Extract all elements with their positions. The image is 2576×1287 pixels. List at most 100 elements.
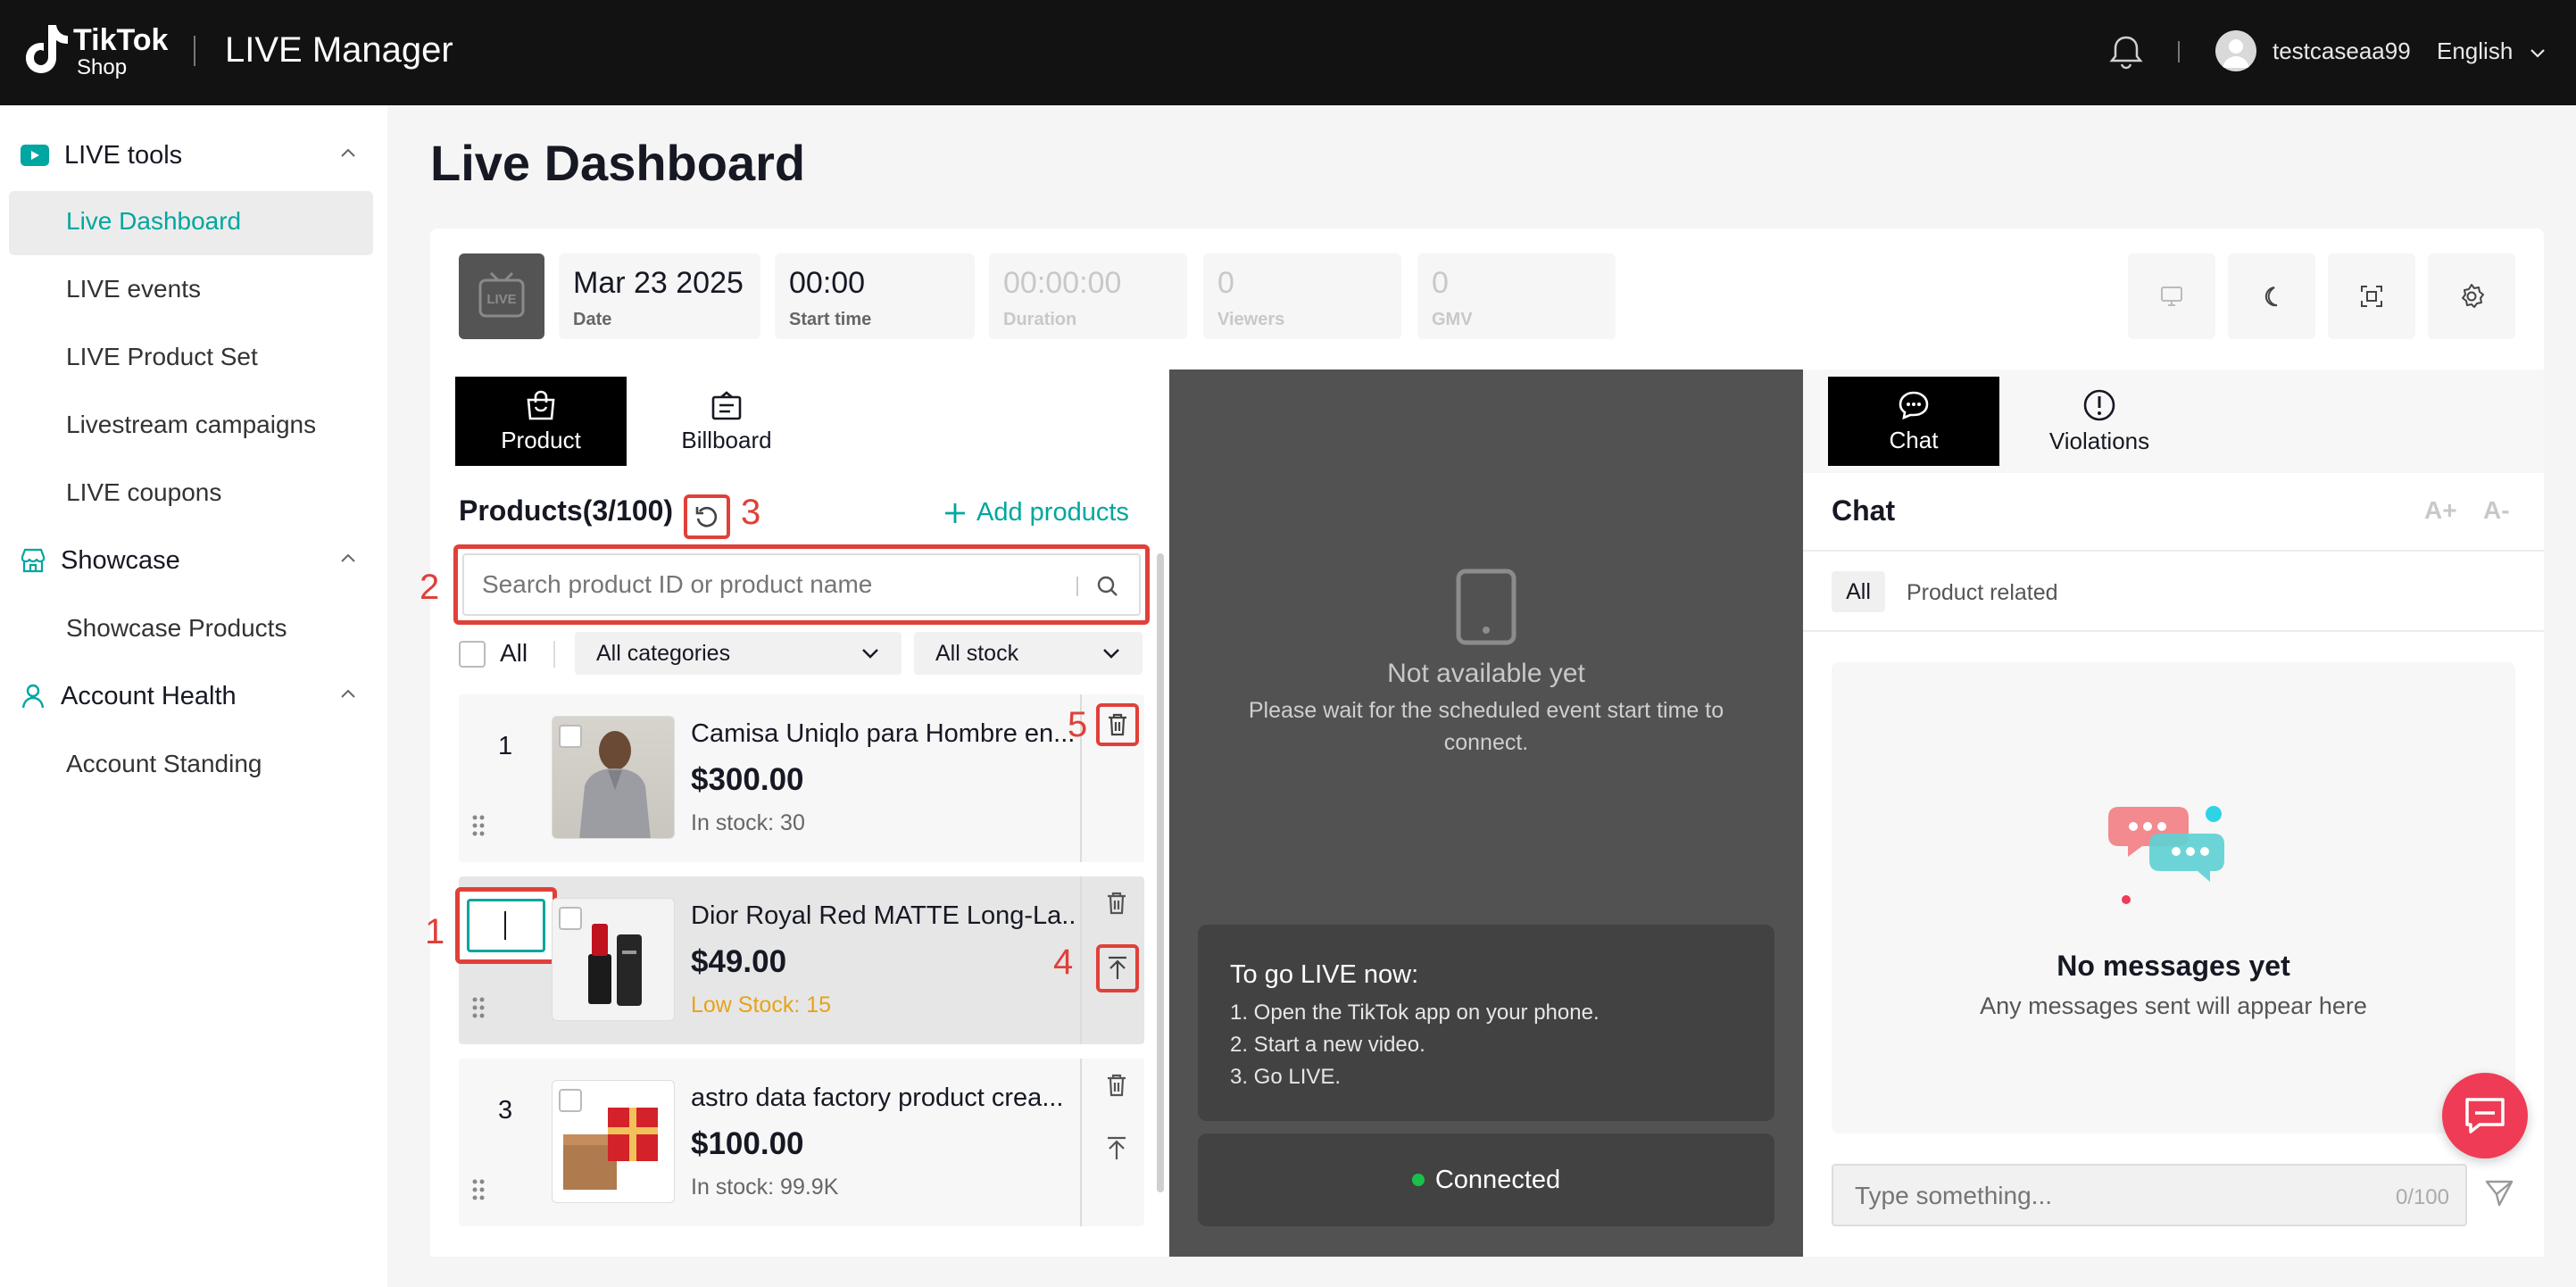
sidebar-item-account-standing[interactable]: Account Standing	[66, 750, 262, 778]
tab-billboard[interactable]: Billboard	[641, 377, 812, 466]
sidebar-item-livestream-campaigns[interactable]: Livestream campaigns	[66, 411, 316, 439]
settings-button[interactable]	[2428, 253, 2515, 339]
chat-input[interactable]	[1853, 1178, 2353, 1214]
sidebar-section-live-tools[interactable]: LIVE tools	[20, 137, 359, 173]
product-card[interactable]: 3 astro data factory product crea... $10…	[459, 1059, 1144, 1226]
support-chat-button[interactable]	[2442, 1073, 2528, 1158]
stat-gmv: 0 GMV	[1417, 253, 1616, 339]
chat-divider	[1803, 550, 2544, 552]
avatar[interactable]	[2215, 30, 2256, 71]
position-input[interactable]	[467, 899, 545, 952]
stat-viewers: 0 Viewers	[1203, 253, 1401, 339]
sidebar-item-showcase-products[interactable]: Showcase Products	[66, 614, 287, 643]
bell-icon[interactable]	[2107, 32, 2146, 71]
stat-duration-value: 00:00:00	[1003, 266, 1122, 300]
go-live-title: To go LIVE now:	[1230, 960, 1419, 989]
category-select[interactable]: All categories	[575, 632, 902, 675]
dark-mode-button[interactable]	[2228, 253, 2315, 339]
add-products-button[interactable]: Add products	[943, 498, 1129, 527]
stat-duration: 00:00:00 Duration	[989, 253, 1187, 339]
go-live-step: 1. Open the TikTok app on your phone.	[1230, 1001, 1600, 1025]
connection-status: Connected	[1198, 1133, 1774, 1226]
sidebar-section-label: LIVE tools	[64, 140, 183, 170]
stat-gmv-label: GMV	[1432, 310, 1473, 329]
pin-to-top-icon[interactable]	[1105, 1135, 1128, 1162]
fullscreen-button[interactable]	[2328, 253, 2415, 339]
stat-duration-label: Duration	[1003, 310, 1077, 329]
drag-handle-icon[interactable]	[471, 996, 486, 1019]
logo-tiktok-text: TikTok	[73, 23, 169, 57]
empty-chat-subtitle: Any messages sent will appear here	[1980, 992, 2367, 1019]
tab-chat-label: Chat	[1889, 426, 1939, 453]
product-card[interactable]: Dior Royal Red MATTE Long-La... $49.00 L…	[455, 876, 1144, 1044]
product-list-scrollbar[interactable]	[1157, 553, 1164, 1192]
logo-shop-text: Shop	[77, 55, 128, 79]
chevron-up-icon	[341, 148, 355, 157]
trash-icon[interactable]	[1105, 891, 1128, 916]
chat-filter-product-related[interactable]: Product related	[1907, 580, 2058, 606]
drag-handle-icon[interactable]	[471, 1178, 486, 1201]
sidebar-item-live-product-set[interactable]: LIVE Product Set	[66, 343, 258, 371]
stat-date: Mar 23 2025 Date	[559, 253, 760, 339]
search-icon[interactable]	[1094, 573, 1121, 600]
tab-product-label: Product	[501, 426, 581, 453]
chat-divider	[1803, 630, 2544, 632]
stat-start-time-label: Start time	[789, 310, 872, 329]
stat-gmv-value: 0	[1432, 266, 1449, 300]
product-checkbox[interactable]	[559, 1089, 582, 1112]
send-icon[interactable]	[2483, 1176, 2515, 1208]
trash-icon[interactable]	[1105, 1073, 1128, 1098]
stat-viewers-label: Viewers	[1217, 310, 1285, 329]
live-status-icon: LIVE	[459, 253, 544, 339]
product-price: $49.00	[691, 944, 787, 979]
go-live-step: 2. Start a new video.	[1230, 1033, 1425, 1057]
tab-product[interactable]: Product	[455, 377, 627, 466]
user-avatar-icon	[2223, 39, 2249, 68]
chevron-up-icon	[341, 689, 355, 698]
pin-to-top-icon	[1109, 956, 1126, 979]
sidebar-item-live-dashboard[interactable]: Live Dashboard	[66, 207, 241, 236]
stock-select[interactable]: All stock	[914, 632, 1143, 675]
product-checkbox[interactable]	[559, 907, 582, 930]
product-index: 1	[498, 732, 513, 760]
search-input[interactable]	[480, 566, 1069, 603]
tab-chat[interactable]: Chat	[1828, 377, 1999, 466]
chat-bubble-icon	[1899, 391, 1929, 419]
top-bar: TikTok Shop LIVE Manager testcaseaa99 En…	[0, 0, 2576, 105]
go-live-instructions: To go LIVE now: 1. Open the TikTok app o…	[1198, 925, 1774, 1121]
select-all-checkbox[interactable]	[459, 641, 486, 668]
search-box	[462, 553, 1141, 616]
category-select-value: All categories	[596, 641, 731, 666]
refresh-button[interactable]	[684, 494, 730, 539]
monitor-button[interactable]	[2128, 253, 2215, 339]
sidebar-section-account-health[interactable]: Account Health	[20, 678, 359, 714]
sidebar-section-showcase[interactable]: Showcase	[20, 543, 359, 578]
font-increase-button[interactable]: A+	[2424, 496, 2457, 525]
tab-violations[interactable]: Violations	[2014, 377, 2185, 466]
language-label: English	[2437, 37, 2514, 64]
position-input-highlight	[455, 887, 557, 964]
product-checkbox[interactable]	[559, 725, 582, 748]
delete-button[interactable]	[1096, 703, 1139, 746]
pin-to-top-button[interactable]	[1096, 944, 1139, 992]
sidebar-item-live-coupons[interactable]: LIVE coupons	[66, 478, 221, 507]
search-divider	[1076, 577, 1078, 596]
add-products-label: Add products	[976, 498, 1129, 527]
product-name: Camisa Uniqlo para Hombre en...	[691, 719, 1075, 748]
sidebar-section-label: Account Health	[61, 681, 237, 710]
product-card[interactable]: 1 Camisa Uniqlo para Hombre en... $300.0…	[459, 694, 1144, 862]
drag-handle-icon[interactable]	[471, 814, 486, 837]
chevron-down-icon	[1103, 649, 1119, 659]
chat-filter-all[interactable]: All	[1832, 571, 1885, 612]
chat-input-box: 0/100	[1832, 1164, 2467, 1226]
page-title: Live Dashboard	[430, 135, 806, 191]
font-decrease-button[interactable]: A-	[2483, 496, 2510, 525]
annotation-2: 2	[420, 568, 440, 607]
sidebar-item-live-events[interactable]: LIVE events	[66, 275, 201, 303]
language-selector[interactable]: English	[2437, 37, 2547, 65]
not-available-message: Please wait for the scheduled event star…	[1248, 698, 1724, 755]
tab-violations-label: Violations	[2048, 427, 2150, 454]
username[interactable]: testcaseaa99	[2273, 37, 2411, 65]
stat-date-value: Mar 23 2025	[573, 266, 744, 300]
products-heading: Products(3/100)	[459, 494, 674, 527]
